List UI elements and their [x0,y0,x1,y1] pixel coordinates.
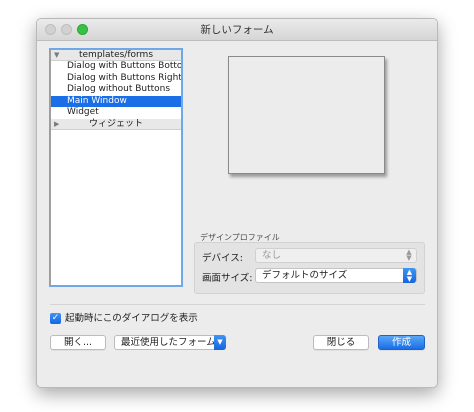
window-title: 新しいフォーム [200,24,274,36]
up-down-chevron-icon: ▲ ▼ [403,268,416,283]
up-down-chevron-icon: ▲ ▼ [406,248,412,262]
show-on-startup-label[interactable]: 起動時にこのダイアログを表示 [65,313,198,324]
list-item-main-window[interactable]: Main Window [51,95,181,107]
list-item-dialog-buttons-bottom[interactable]: Dialog with Buttons Bottom [51,61,181,73]
open-button[interactable]: 開く... [50,335,106,350]
show-on-startup-checkbox[interactable]: ✓ [50,313,61,324]
template-list[interactable]: ▼ templates/forms Dialog with Buttons Bo… [49,48,183,287]
chevron-down-icon: ▼ [214,335,226,350]
group-label: templates/forms [78,50,154,60]
divider [50,304,425,305]
recent-forms-label: 最近使用したフォーム [121,337,216,348]
screen-size-select[interactable]: デフォルトのサイズ ▲ ▼ [255,268,417,283]
list-item-dialog-buttons-right[interactable]: Dialog with Buttons Right [51,73,181,85]
recent-forms-dropdown[interactable]: 最近使用したフォーム ▼ [114,335,226,350]
device-value: なし [262,250,282,261]
design-profile-group: デバイス: なし ▲ ▼ 画面サイズ: デフォルトのサイズ ▲ ▼ [194,242,425,294]
create-button[interactable]: 作成 [378,335,425,350]
device-label: デバイス: [202,253,243,264]
new-form-dialog: 新しいフォーム ▼ templates/forms Dialog with Bu… [36,18,438,388]
group-header-templates-forms[interactable]: ▼ templates/forms [51,50,181,61]
screen-size-label: 画面サイズ: [202,273,253,284]
form-preview [228,56,385,174]
triangle-right-icon: ▶ [54,119,60,128]
title-bar: 新しいフォーム [37,19,437,41]
list-item-dialog-without-buttons[interactable]: Dialog without Buttons [51,84,181,96]
triangle-down-icon: ▼ [54,51,60,59]
close-button[interactable]: 閉じる [313,335,369,350]
list-item-widget[interactable]: Widget [51,107,181,119]
group-label: ウィジェット [88,118,143,129]
screen-size-value: デフォルトのサイズ [262,270,348,281]
checkmark-icon: ✓ [51,313,60,323]
device-select: なし ▲ ▼ [255,248,417,263]
group-header-widgets[interactable]: ▶ ウィジェット [51,118,181,130]
